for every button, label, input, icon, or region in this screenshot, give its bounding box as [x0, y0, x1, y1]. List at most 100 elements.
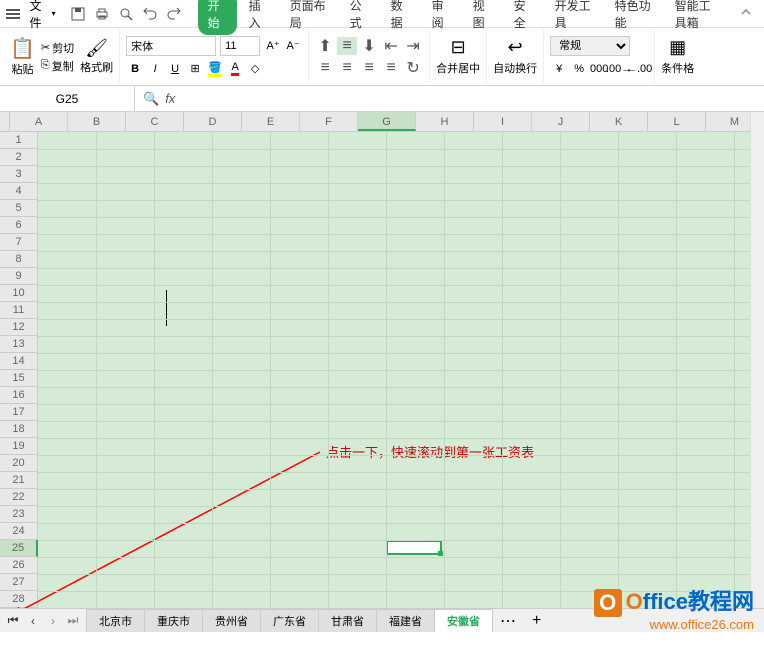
row-header-10[interactable]: 10 [0, 285, 38, 302]
row-header-26[interactable]: 26 [0, 557, 38, 574]
row-header-20[interactable]: 20 [0, 455, 38, 472]
underline-button[interactable]: U [166, 60, 184, 78]
copy-button[interactable]: ⎘复制 [41, 58, 74, 74]
row-header-3[interactable]: 3 [0, 166, 38, 183]
align-middle-button[interactable]: ≡ [337, 37, 357, 55]
decrease-decimal-button[interactable]: ←.00 [630, 60, 648, 78]
row-header-12[interactable]: 12 [0, 319, 38, 336]
merge-center-button[interactable]: ⊟ 合并居中 [436, 37, 480, 76]
col-header-L[interactable]: L [648, 112, 706, 131]
bold-button[interactable]: B [126, 60, 144, 78]
vertical-scrollbar[interactable] [750, 112, 764, 608]
sheet-tab-1[interactable]: 重庆市 [144, 609, 203, 632]
conditional-format-button[interactable]: ▦ 条件格 [661, 37, 694, 76]
currency-button[interactable]: ¥ [550, 60, 568, 78]
spreadsheet-grid[interactable]: ABCDEFGHIJKLM 12345678910111213141516171… [0, 112, 764, 608]
row-header-14[interactable]: 14 [0, 353, 38, 370]
row-header-4[interactable]: 4 [0, 183, 38, 200]
align-center-button[interactable]: ≡ [337, 59, 357, 77]
row-header-15[interactable]: 15 [0, 370, 38, 387]
app-menu-icon[interactable] [4, 4, 21, 24]
row-header-28[interactable]: 28 [0, 591, 38, 608]
col-header-B[interactable]: B [68, 112, 126, 131]
row-header-24[interactable]: 24 [0, 523, 38, 540]
orientation-button[interactable]: ↻ [403, 59, 423, 77]
sheet-tab-3[interactable]: 广东省 [260, 609, 319, 632]
row-header-1[interactable]: 1 [0, 132, 38, 149]
row-header-2[interactable]: 2 [0, 149, 38, 166]
increase-indent-button[interactable]: ⇥ [403, 37, 423, 55]
select-all-corner[interactable] [0, 112, 10, 131]
col-header-F[interactable]: F [300, 112, 358, 131]
increase-font-button[interactable]: A⁺ [264, 37, 282, 55]
border-button[interactable]: ⊞ [186, 60, 204, 78]
row-header-11[interactable]: 11 [0, 302, 38, 319]
paste-button[interactable]: 📋 粘贴 [10, 36, 35, 77]
row-header-7[interactable]: 7 [0, 234, 38, 251]
align-left-button[interactable]: ≡ [315, 59, 335, 77]
col-header-H[interactable]: H [416, 112, 474, 131]
row-header-21[interactable]: 21 [0, 472, 38, 489]
name-box[interactable] [0, 86, 135, 111]
sheet-nav-next-button[interactable]: › [44, 612, 62, 630]
wrap-text-button[interactable]: ↩ 自动换行 [493, 37, 537, 76]
col-header-I[interactable]: I [474, 112, 532, 131]
file-menu[interactable]: 文件 ▾ [23, 0, 61, 31]
cells-area[interactable]: 点击一下，快速滚动到第一张工资表 [38, 132, 764, 608]
format-painter-button[interactable]: 🖌 格式刷 [80, 38, 113, 75]
row-header-8[interactable]: 8 [0, 251, 38, 268]
sheet-tab-0[interactable]: 北京市 [86, 609, 145, 632]
sheet-nav-first-button[interactable]: ⏮ [4, 612, 22, 630]
row-header-25[interactable]: 25 [0, 540, 38, 557]
italic-button[interactable]: I [146, 60, 164, 78]
name-box-input[interactable] [8, 92, 126, 106]
align-right-button[interactable]: ≡ [359, 59, 379, 77]
sheet-tab-4[interactable]: 甘肃省 [318, 609, 377, 632]
col-header-J[interactable]: J [532, 112, 590, 131]
font-size-select[interactable] [220, 36, 260, 56]
row-header-17[interactable]: 17 [0, 404, 38, 421]
active-cell[interactable] [386, 540, 442, 555]
sheet-tab-5[interactable]: 福建省 [376, 609, 435, 632]
redo-button[interactable] [166, 6, 182, 22]
col-header-G[interactable]: G [358, 112, 416, 131]
decrease-indent-button[interactable]: ⇤ [381, 37, 401, 55]
row-header-5[interactable]: 5 [0, 200, 38, 217]
row-header-18[interactable]: 18 [0, 421, 38, 438]
col-header-E[interactable]: E [242, 112, 300, 131]
row-header-16[interactable]: 16 [0, 387, 38, 404]
sheet-tab-6[interactable]: 安徽省 [434, 609, 493, 632]
print-preview-button[interactable] [118, 6, 134, 22]
font-name-select[interactable] [126, 36, 216, 56]
fill-color-button[interactable]: 🪣 [206, 60, 224, 78]
sheet-nav-prev-button[interactable]: ‹ [24, 612, 42, 630]
print-button[interactable] [94, 6, 110, 22]
col-header-D[interactable]: D [184, 112, 242, 131]
justify-button[interactable]: ≡ [381, 59, 401, 77]
row-header-22[interactable]: 22 [0, 489, 38, 506]
save-button[interactable] [70, 6, 86, 22]
align-top-button[interactable]: ⬆ [315, 37, 335, 55]
row-header-19[interactable]: 19 [0, 438, 38, 455]
col-header-C[interactable]: C [126, 112, 184, 131]
sheet-add-button[interactable]: + [524, 612, 549, 630]
row-header-13[interactable]: 13 [0, 336, 38, 353]
row-header-9[interactable]: 9 [0, 268, 38, 285]
decrease-font-button[interactable]: A⁻ [284, 37, 302, 55]
expand-formula-icon[interactable]: 🔍 [143, 91, 159, 107]
col-header-K[interactable]: K [590, 112, 648, 131]
sheet-nav-last-button[interactable]: ⏭ [64, 612, 82, 630]
collapse-ribbon-button[interactable] [732, 5, 760, 23]
col-header-A[interactable]: A [10, 112, 68, 131]
align-bottom-button[interactable]: ⬇ [359, 37, 379, 55]
clear-format-button[interactable]: ◇ [246, 60, 264, 78]
percent-button[interactable]: % [570, 60, 588, 78]
font-color-button[interactable]: A [226, 60, 244, 78]
fx-button[interactable]: fx [165, 91, 175, 106]
row-header-23[interactable]: 23 [0, 506, 38, 523]
row-header-27[interactable]: 27 [0, 574, 38, 591]
sheet-more-button[interactable]: ⋯ [492, 611, 524, 631]
sheet-tab-2[interactable]: 贵州省 [202, 609, 261, 632]
cut-button[interactable]: ✂剪切 [41, 40, 74, 56]
row-header-6[interactable]: 6 [0, 217, 38, 234]
